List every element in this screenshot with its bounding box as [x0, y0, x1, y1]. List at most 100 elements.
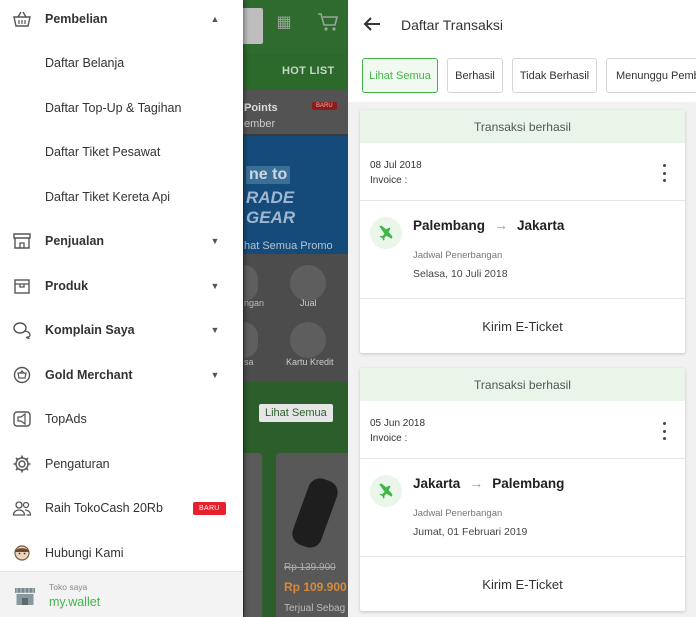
chevron-down-icon: ▼: [210, 281, 220, 291]
category-label-left-1: ngan: [244, 298, 265, 308]
drawer-item-label: Daftar Top-Up & Tagihan: [45, 101, 182, 115]
megaphone-icon: [12, 409, 32, 429]
category-label-left-2: sa: [244, 357, 254, 367]
drawer-item-daftar-topup[interactable]: Daftar Top-Up & Tagihan: [0, 86, 243, 130]
drawer-item-raih-tokocash[interactable]: Raih TokoCash 20Rb BARU: [0, 486, 243, 530]
drawer-item-pengaturan[interactable]: Pengaturan: [0, 442, 243, 486]
drawer-item-label: Daftar Tiket Kereta Api: [45, 190, 171, 204]
drawer-item-produk[interactable]: Produk ▼: [0, 264, 243, 308]
category-label-jual: Jual: [300, 298, 317, 308]
member-label: ember: [244, 118, 276, 130]
drawer-item-label: Daftar Tiket Pesawat: [45, 145, 161, 159]
transaction-card[interactable]: Transaksi berhasil 08 Jul 2018 Invoice :…: [360, 110, 685, 353]
see-all-promo-link: hat Semua Promo: [244, 240, 333, 252]
airplane-icon: [370, 217, 402, 249]
schedule-label: Jadwal Penerbangan: [413, 508, 503, 519]
drawer-item-daftar-tiket-pesawat[interactable]: Daftar Tiket Pesawat: [0, 130, 243, 174]
product-card-left: [244, 453, 262, 617]
destination-city: Jakarta: [517, 217, 565, 233]
banner-text-2: RADE: [246, 188, 295, 207]
route-arrow-icon: →: [469, 475, 484, 491]
send-eticket-button[interactable]: Kirim E-Ticket: [360, 557, 685, 611]
see-all-button: Lihat Semua: [259, 404, 333, 422]
drawer-item-label: TopAds: [45, 412, 87, 426]
schedule-date: Jumat, 01 Februari 2019: [413, 526, 528, 538]
schedule-label: Jadwal Penerbangan: [413, 250, 503, 261]
divider: [360, 458, 685, 459]
credit-card-icon: [290, 322, 326, 358]
gear-icon: [12, 454, 32, 474]
drawer-item-label: Daftar Belanja: [45, 56, 125, 70]
banner-text-1: ne to: [246, 166, 291, 184]
drawer-item-komplain-saya[interactable]: Komplain Saya ▼: [0, 308, 243, 352]
drawer-item-label: Pengaturan: [45, 457, 110, 471]
shop-name[interactable]: my.wallet: [49, 595, 100, 609]
drawer-item-hubungi-kami[interactable]: Hubungi Kami: [0, 531, 243, 575]
drawer-item-daftar-belanja[interactable]: Daftar Belanja: [0, 41, 243, 85]
drawer-item-label: Penjualan: [45, 234, 105, 248]
schedule-date: Selasa, 10 Juli 2018: [413, 268, 508, 280]
filter-chip-berhasil[interactable]: Berhasil: [447, 58, 503, 93]
box-icon: [12, 276, 32, 296]
drawer-item-label: Pembelian: [45, 12, 108, 26]
drawer-item-pembelian[interactable]: Pembelian ▲: [0, 0, 243, 41]
transaction-status: Transaksi berhasil: [360, 110, 685, 143]
transaction-status: Transaksi berhasil: [360, 368, 685, 401]
back-arrow-icon[interactable]: [362, 14, 382, 34]
drawer-item-label: Gold Merchant: [45, 368, 133, 382]
cart-icon: [316, 12, 340, 34]
shop-footer[interactable]: [0, 571, 243, 617]
filter-chip-menunggu[interactable]: Menunggu Pembayaran: [606, 58, 696, 93]
category-label-credit-card: Kartu Kredit: [286, 357, 334, 367]
invoice-label: Invoice :: [370, 433, 408, 444]
gold-badge-icon: [12, 365, 32, 385]
home-app-with-drawer: ▦ HOT LIST Points ember BARU ne to RADE …: [0, 0, 348, 617]
qr-scan-icon: ▦: [276, 14, 292, 31]
filter-chip-lihat-semua[interactable]: Lihat Semua: [362, 58, 438, 93]
navigation-drawer: Pembelian ▲ Daftar Belanja Daftar Top-Up…: [0, 0, 243, 617]
more-options-icon[interactable]: [658, 164, 670, 182]
shop-icon: [14, 586, 36, 606]
send-eticket-button[interactable]: Kirim E-Ticket: [360, 299, 685, 353]
airplane-icon: [370, 475, 402, 507]
drawer-item-topads[interactable]: TopAds: [0, 397, 243, 441]
product-sold: Terjual Sebag: [284, 603, 346, 614]
transaction-date: 05 Jun 2018: [370, 418, 426, 429]
origin-city: Palembang: [413, 217, 486, 233]
shop-footer-subtitle: Toko saya: [49, 582, 88, 592]
drawer-item-label: Raih TokoCash 20Rb: [45, 501, 163, 515]
flight-route: Jakarta → Palembang: [413, 475, 564, 491]
users-icon: [12, 498, 32, 518]
screenshot-root: ▦ HOT LIST Points ember BARU ne to RADE …: [0, 0, 696, 617]
filter-chips: Lihat Semua Berhasil Tidak Berhasil Menu…: [348, 50, 696, 102]
tab-hot-list: HOT LIST: [282, 65, 335, 77]
page-title: Daftar Transaksi: [401, 17, 503, 33]
destination-city: Palembang: [492, 475, 565, 491]
drawer-item-label: Produk: [45, 279, 89, 293]
drawer-item-gold-merchant[interactable]: Gold Merchant ▼: [0, 353, 243, 397]
product-old-price: Rp 139.900: [284, 562, 336, 573]
invoice-label: Invoice :: [370, 175, 408, 186]
points-label: Points: [244, 102, 278, 114]
flight-route: Palembang → Jakarta: [413, 217, 564, 233]
chevron-down-icon: ▼: [210, 325, 220, 335]
more-options-icon[interactable]: [658, 422, 670, 440]
support-agent-icon: [12, 543, 32, 563]
chevron-down-icon: ▼: [210, 236, 220, 246]
chevron-down-icon: ▼: [210, 370, 220, 380]
divider: [360, 200, 685, 201]
basket-icon: [12, 9, 32, 29]
transaction-date: 08 Jul 2018: [370, 160, 422, 171]
route-arrow-icon: →: [494, 217, 509, 233]
transaction-card[interactable]: Transaksi berhasil 05 Jun 2018 Invoice :…: [360, 368, 685, 611]
product-price: Rp 109.900: [284, 580, 347, 594]
filter-chip-tidak-berhasil[interactable]: Tidak Berhasil: [512, 58, 597, 93]
drawer-item-label: Hubungi Kami: [45, 546, 124, 560]
sell-icon: [290, 265, 326, 301]
chevron-up-icon: ▲: [210, 14, 220, 24]
app-bar: Daftar Transaksi: [348, 0, 696, 50]
drawer-item-penjualan[interactable]: Penjualan ▼: [0, 219, 243, 263]
drawer-item-daftar-tiket-kereta[interactable]: Daftar Tiket Kereta Api: [0, 175, 243, 219]
transactions-screen: Daftar Transaksi Lihat Semua Berhasil Ti…: [348, 0, 696, 617]
chat-bubbles-icon: [12, 320, 32, 340]
